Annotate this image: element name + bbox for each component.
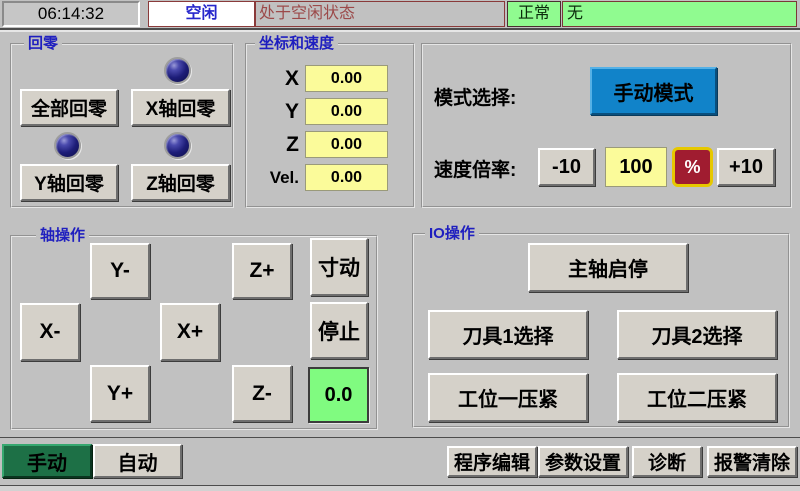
speed-override-label: 速度倍率:	[434, 155, 516, 182]
coords-panel: 坐标和速度 X 0.00 Y 0.00 Z 0.00 Vel. 0.00	[245, 43, 415, 208]
diagnosis-button[interactable]: 诊断	[632, 446, 702, 477]
io-panel: IO操作 主轴启停 刀具1选择 刀具2选择 工位一压紧 工位二压紧	[412, 233, 790, 428]
home-x-button[interactable]: X轴回零	[131, 89, 230, 126]
z-axis-label: Z	[249, 133, 299, 157]
override-minus-button[interactable]: -10	[538, 148, 595, 186]
mode-select-label: 模式选择:	[434, 83, 516, 110]
x-home-lamp-icon	[164, 57, 191, 84]
x-axis-label: X	[249, 67, 299, 91]
alarm-clear-button[interactable]: 报警清除	[707, 446, 797, 477]
home-all-button[interactable]: 全部回零	[20, 89, 118, 126]
jog-z-minus-button[interactable]: Z-	[232, 365, 292, 422]
program-edit-button[interactable]: 程序编辑	[447, 446, 537, 477]
topbar-divider-highlight	[0, 30, 800, 32]
stop-button[interactable]: 停止	[310, 302, 368, 359]
jog-y-minus-button[interactable]: Y-	[90, 243, 150, 299]
manual-tab-button[interactable]: 手动	[2, 444, 92, 478]
tool1-select-button[interactable]: 刀具1选择	[428, 310, 588, 359]
jog-z-plus-button[interactable]: Z+	[232, 243, 292, 299]
alarm-message-display: 无	[562, 1, 797, 27]
y-axis-label: Y	[249, 100, 299, 124]
status-bar: 06:14:32 空闲 处于空闲状态 正常 无	[0, 0, 800, 28]
x-position-display: 0.00	[305, 65, 388, 92]
y-home-lamp-icon	[54, 132, 81, 159]
percent-unit-badge: %	[672, 147, 713, 187]
tool2-select-button[interactable]: 刀具2选择	[617, 310, 777, 359]
hmi-screen: 06:14:32 空闲 处于空闲状态 正常 无 回零 全部回零 X轴回零 Y轴回…	[0, 0, 800, 491]
machine-state-display: 空闲	[148, 1, 255, 27]
override-plus-button[interactable]: +10	[717, 148, 775, 186]
clock-display: 06:14:32	[2, 1, 140, 27]
io-panel-title: IO操作	[425, 225, 479, 243]
home-z-button[interactable]: Z轴回零	[131, 164, 230, 201]
bottom-nav-bar: 手动 自动 程序编辑 参数设置 诊断 报警清除	[0, 438, 800, 485]
axis-jog-panel: 轴操作 Y- Z+ 寸动 X- X+ 停止 Y+ Z- 0.0	[10, 235, 378, 430]
auto-tab-button[interactable]: 自动	[93, 444, 182, 478]
station2-clamp-button[interactable]: 工位二压紧	[617, 373, 777, 422]
jog-x-plus-button[interactable]: X+	[160, 303, 220, 361]
z-home-lamp-icon	[164, 132, 191, 159]
manual-mode-button[interactable]: 手动模式	[590, 67, 717, 115]
inch-jog-button[interactable]: 寸动	[310, 238, 368, 296]
bottom-edge-strip	[0, 486, 800, 491]
status-message-display: 处于空闲状态	[255, 1, 505, 27]
param-settings-button[interactable]: 参数设置	[538, 446, 628, 477]
velocity-display: 0.00	[305, 164, 388, 191]
alarm-state-display: 正常	[507, 1, 561, 27]
velocity-label: Vel.	[249, 168, 299, 188]
mode-panel: 模式选择: 手动模式 速度倍率: -10 100 % +10	[421, 43, 792, 208]
override-value-display: 100	[605, 147, 667, 187]
home-y-button[interactable]: Y轴回零	[20, 164, 118, 201]
station1-clamp-button[interactable]: 工位一压紧	[428, 373, 588, 422]
homing-panel: 回零 全部回零 X轴回零 Y轴回零 Z轴回零	[10, 43, 234, 208]
jog-x-minus-button[interactable]: X-	[20, 303, 80, 361]
homing-panel-title: 回零	[24, 35, 62, 53]
jog-y-plus-button[interactable]: Y+	[90, 365, 150, 422]
spindle-start-stop-button[interactable]: 主轴启停	[528, 243, 688, 292]
step-value-display[interactable]: 0.0	[308, 367, 369, 423]
y-position-display: 0.00	[305, 98, 388, 125]
z-position-display: 0.00	[305, 131, 388, 158]
axis-panel-title: 轴操作	[36, 227, 89, 245]
coords-panel-title: 坐标和速度	[255, 35, 338, 53]
